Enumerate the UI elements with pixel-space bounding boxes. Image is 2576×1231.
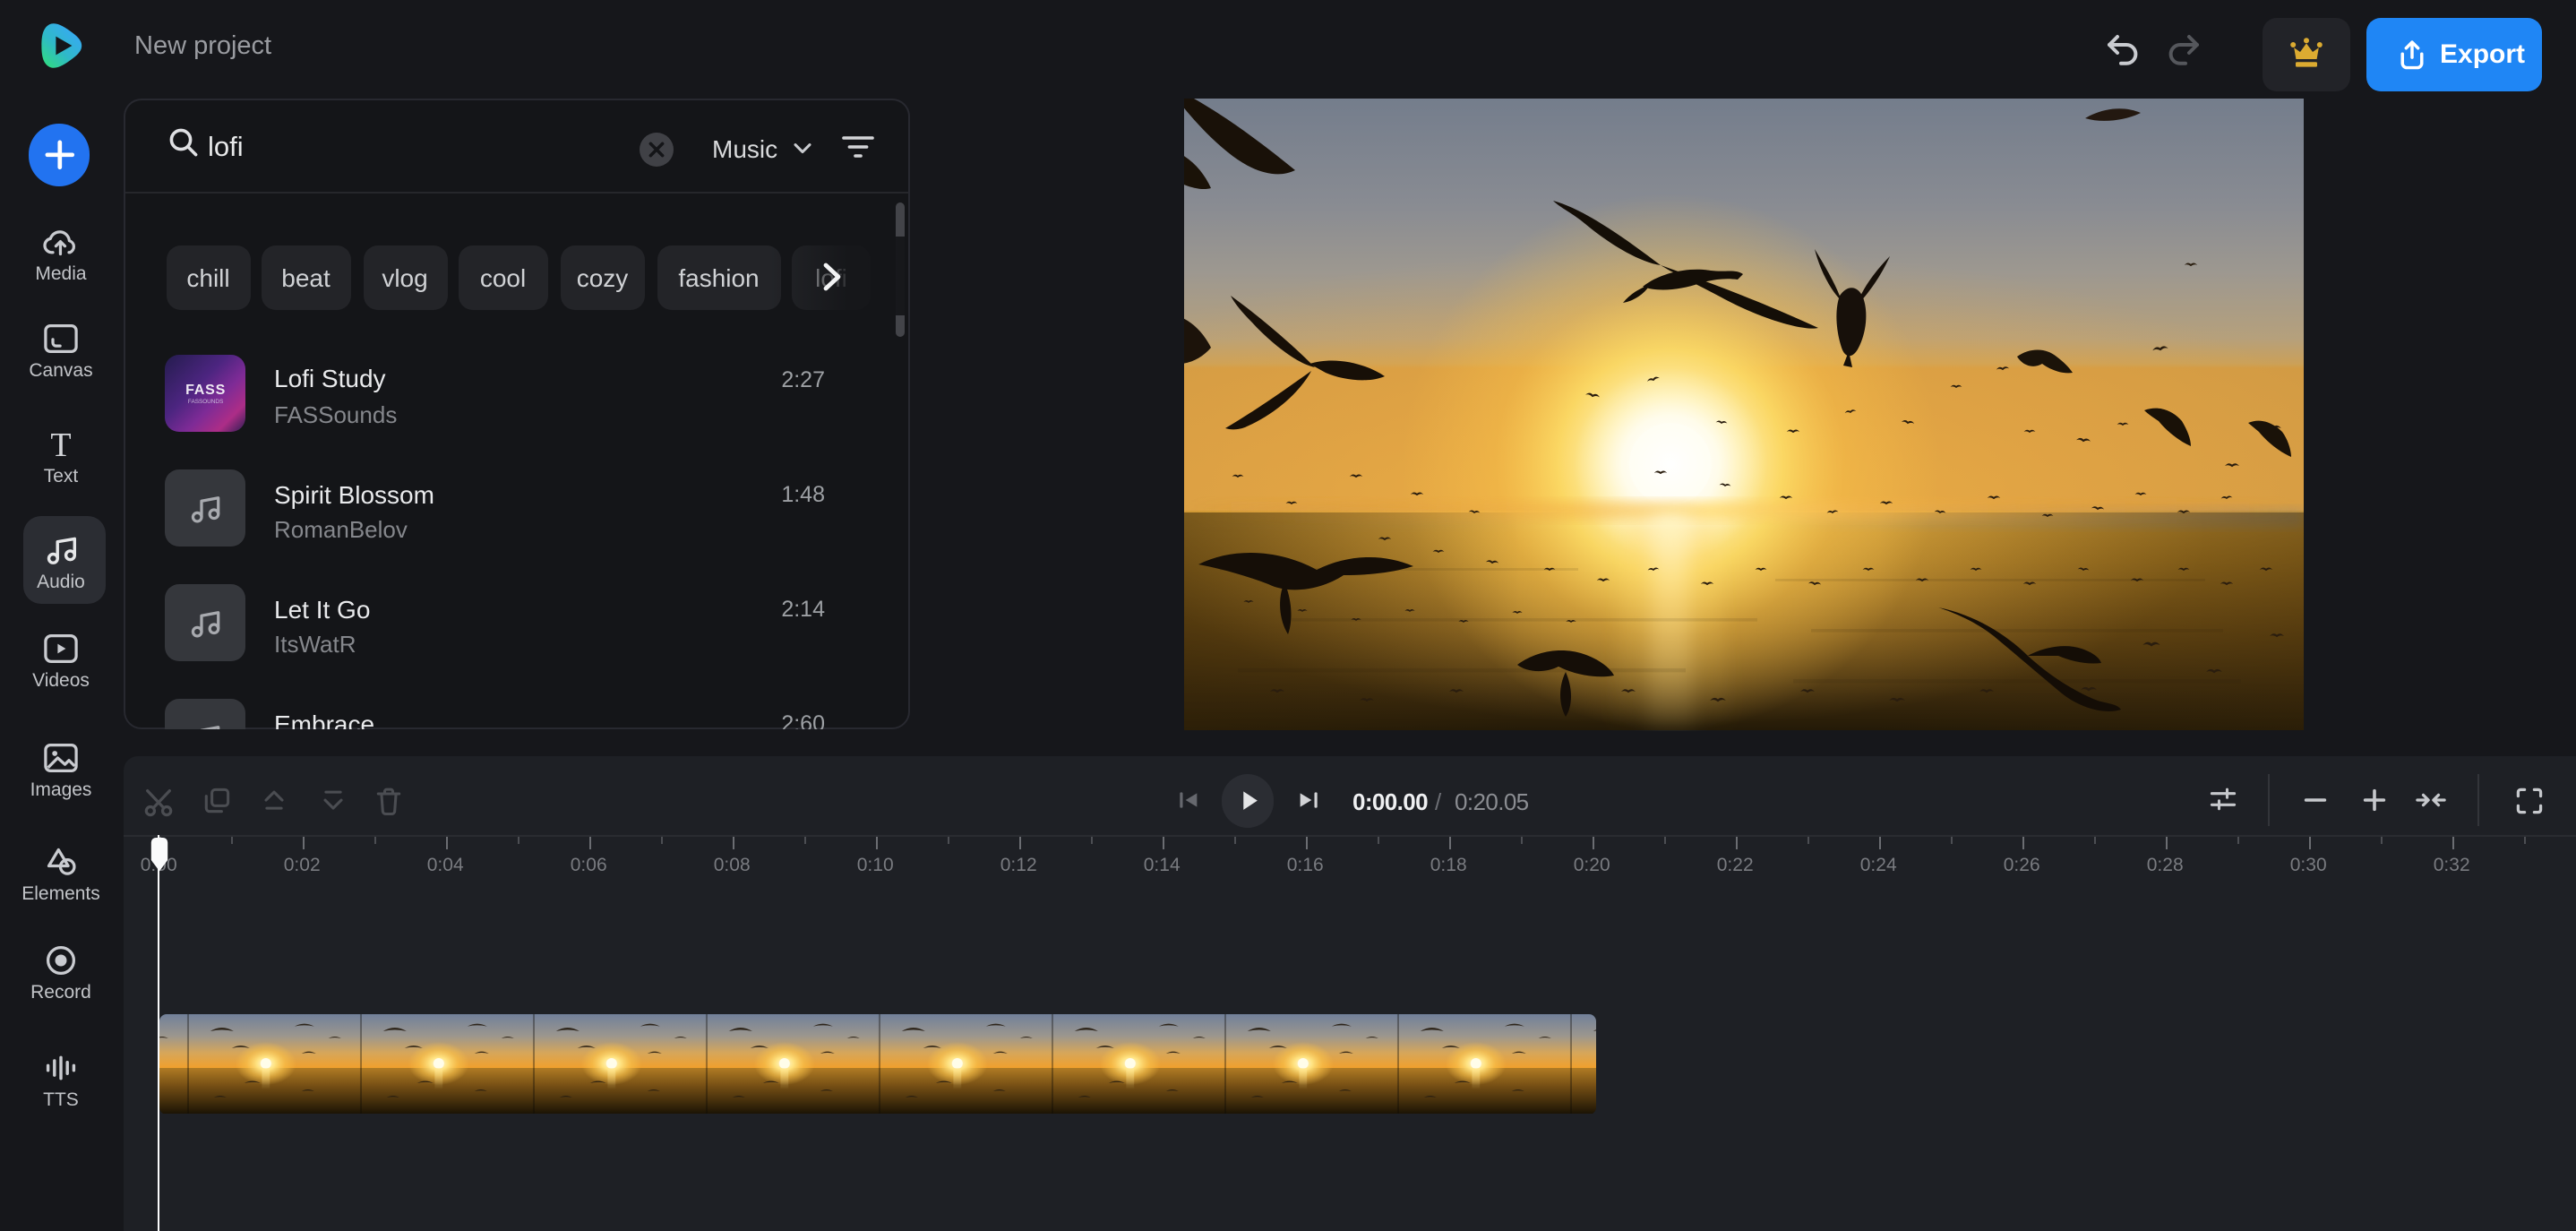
svg-text:T: T [50, 428, 71, 461]
